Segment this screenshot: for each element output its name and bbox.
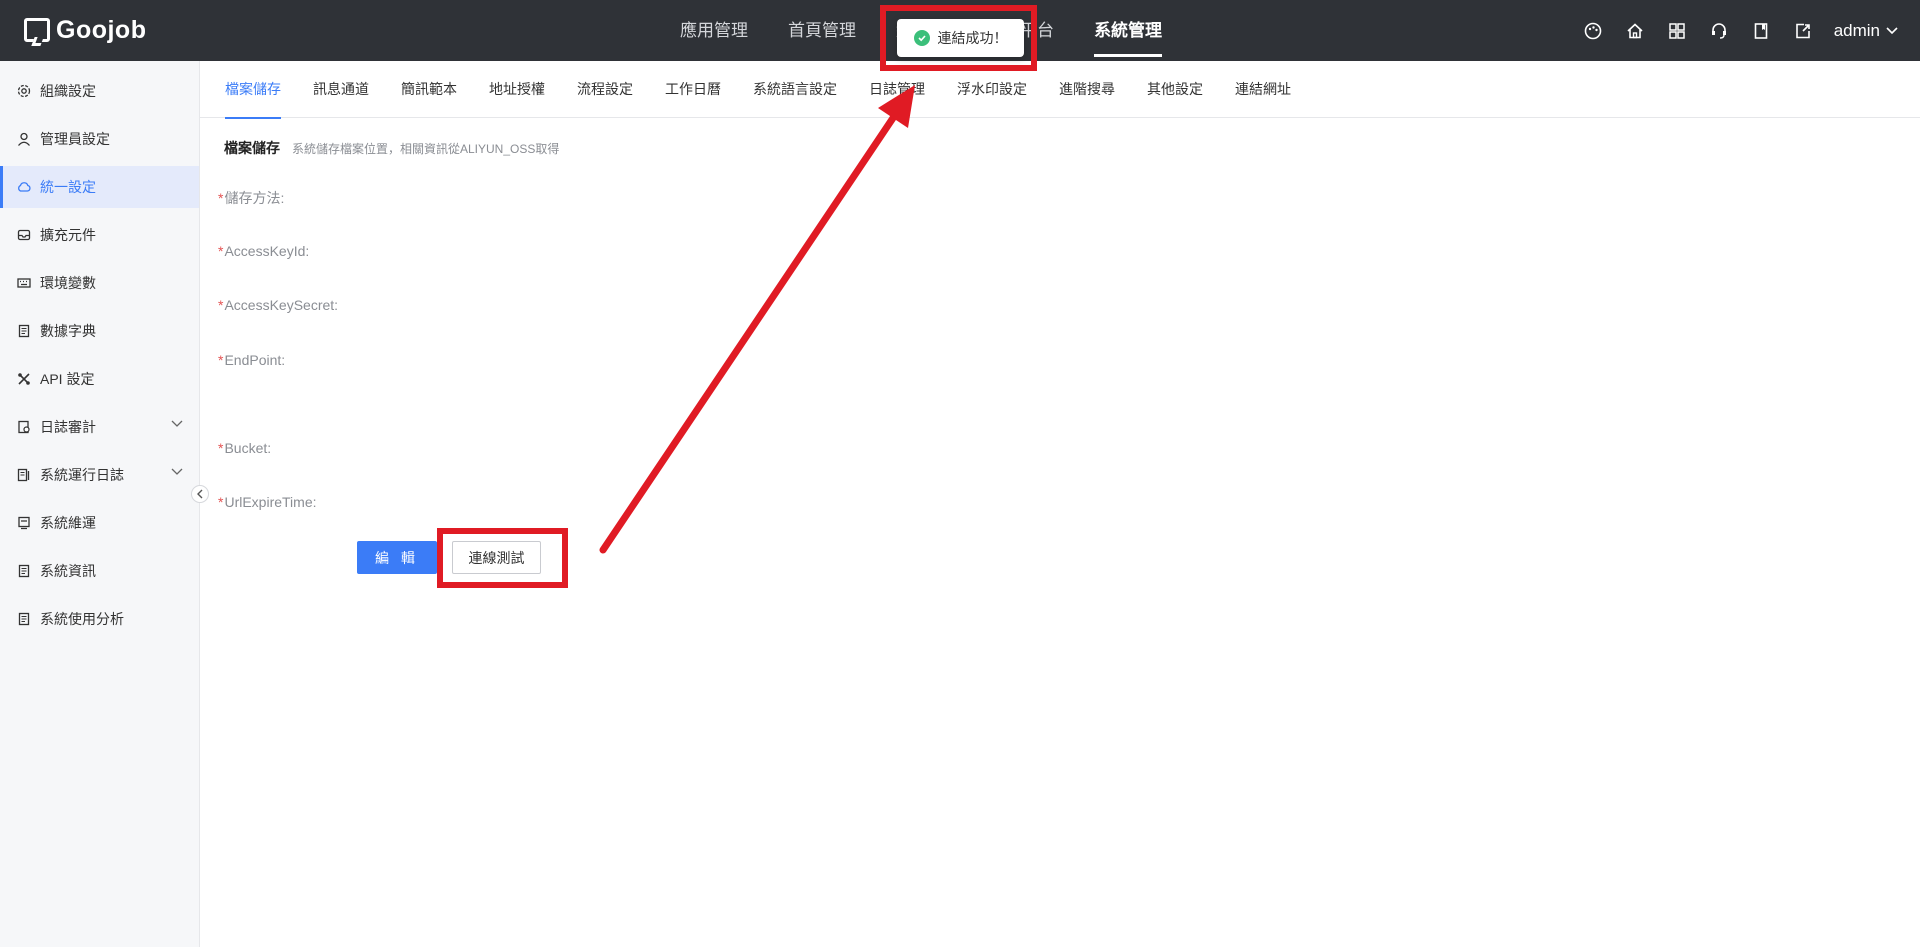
required-marker: * — [218, 440, 224, 456]
tab-sms-template[interactable]: 簡訊範本 — [401, 61, 457, 118]
sidebar-item-label: 系統使用分析 — [40, 611, 124, 627]
field-label: 儲存方法: — [224, 190, 285, 206]
required-marker: * — [218, 190, 224, 206]
field-label: EndPoint: — [224, 352, 286, 368]
sidebar-item-label: 系統資訊 — [40, 563, 96, 579]
sidebar-item-label: 統一設定 — [40, 179, 96, 195]
field-endpoint: *EndPoint: — [218, 352, 285, 368]
field-label: AccessKeySecret: — [224, 297, 339, 313]
inbox-icon — [16, 227, 32, 243]
section-header: 檔案儲存 系統儲存檔案位置，相關資訊從ALIYUN_OSS取得 — [224, 138, 559, 158]
sidebar-item-unified-settings[interactable]: 統一設定 — [0, 166, 199, 208]
username: admin — [1833, 20, 1880, 40]
chevron-down-icon — [171, 420, 183, 427]
tools-icon — [16, 371, 32, 387]
user-menu[interactable]: admin — [1834, 21, 1898, 41]
analytics-doc-icon — [16, 611, 32, 627]
field-bucket: *Bucket: — [218, 440, 271, 456]
sidebar-item-admin-settings[interactable]: 管理員設定 — [0, 118, 199, 160]
apps-grid-icon[interactable] — [1666, 20, 1688, 42]
required-marker: * — [218, 352, 224, 368]
sidebar-item-audit-log[interactable]: 日誌審計 — [0, 406, 199, 448]
tab-work-calendar[interactable]: 工作日曆 — [665, 61, 721, 118]
goojob-logo[interactable]: Goojob — [24, 15, 146, 45]
chat-bubble-logo-icon — [24, 18, 50, 42]
required-marker: * — [218, 494, 224, 510]
sidebar-item-label: API 設定 — [40, 371, 95, 387]
keyboard-icon — [16, 275, 32, 291]
topnav-item-system-management[interactable]: 系統管理 — [1074, 0, 1182, 61]
highlight-box-test-button — [437, 528, 568, 588]
info-doc-icon — [16, 563, 32, 579]
field-access-key-secret: *AccessKeySecret: — [218, 297, 338, 313]
topnav-item-home-management[interactable]: 首頁管理 — [768, 0, 876, 61]
sidebar-item-system-info[interactable]: 系統資訊 — [0, 550, 199, 592]
maintenance-icon — [16, 515, 32, 531]
edit-button[interactable]: 編 輯 — [357, 541, 437, 574]
chevron-left-icon — [197, 489, 203, 499]
sidebar-item-system-maintenance[interactable]: 系統維運 — [0, 502, 199, 544]
log-icon — [16, 467, 32, 483]
field-label: UrlExpireTime: — [224, 494, 317, 510]
sidebar-item-label: 環境變數 — [40, 275, 96, 291]
sidebar-item-org-settings[interactable]: 組織設定 — [0, 70, 199, 112]
required-marker: * — [218, 297, 224, 313]
sidebar-item-label: 管理員設定 — [40, 131, 110, 147]
required-marker: * — [218, 243, 224, 259]
sidebar-item-usage-analysis[interactable]: 系統使用分析 — [0, 598, 199, 640]
tab-advanced-search[interactable]: 進階搜尋 — [1059, 61, 1115, 118]
sidebar-item-label: 組織設定 — [40, 83, 96, 99]
tab-other-settings[interactable]: 其他設定 — [1147, 61, 1203, 118]
field-access-key-id: *AccessKeyId: — [218, 243, 309, 259]
sidebar-item-system-run-log[interactable]: 系統運行日誌 — [0, 454, 199, 496]
check-circle-icon — [913, 30, 930, 46]
logo-text: Goojob — [56, 15, 147, 44]
chevron-down-icon — [1886, 26, 1898, 34]
tab-message-channel[interactable]: 訊息通道 — [313, 61, 369, 118]
field-label: AccessKeyId: — [224, 243, 310, 259]
section-title: 檔案儲存 — [224, 140, 280, 156]
sidebar-item-api-settings[interactable]: API 設定 — [0, 358, 199, 400]
sidebar-item-label: 系統維運 — [40, 515, 96, 531]
palette-icon[interactable] — [1582, 20, 1604, 42]
chevron-down-icon — [171, 468, 183, 475]
export-icon[interactable] — [1792, 20, 1814, 42]
field-label: Bucket: — [224, 440, 272, 456]
sidebar: 組織設定 管理員設定 統一設定 擴充元件 環境變數 數據字典 API 設定 日誌… — [0, 61, 200, 947]
sidebar-item-data-dictionary[interactable]: 數據字典 — [0, 310, 199, 352]
topnav-item-app-management[interactable]: 應用管理 — [660, 0, 768, 61]
tab-language-settings[interactable]: 系統語言設定 — [753, 61, 837, 118]
sidebar-item-env-variables[interactable]: 環境變數 — [0, 262, 199, 304]
support-headset-icon[interactable] — [1708, 20, 1730, 42]
book-icon[interactable] — [1750, 20, 1772, 42]
tab-file-storage[interactable]: 檔案儲存 — [225, 61, 281, 119]
home-icon[interactable] — [1624, 20, 1646, 42]
sidebar-item-label: 擴充元件 — [40, 227, 96, 243]
cloud-settings-icon — [16, 179, 32, 195]
user-icon — [16, 131, 32, 147]
gear-icon — [16, 83, 32, 99]
audit-icon — [16, 419, 32, 435]
toast-message: 連結成功！ — [937, 30, 1008, 46]
settings-tabs: 檔案儲存 訊息通道 簡訊範本 地址授權 流程設定 工作日曆 系統語言設定 日誌管… — [200, 61, 1920, 119]
field-storage-method: *儲存方法: — [218, 188, 284, 208]
topbar-actions: admin — [1582, 0, 1898, 61]
success-toast: 連結成功！ — [897, 19, 1024, 57]
field-url-expire-time: *UrlExpireTime: — [218, 494, 317, 510]
sidebar-item-label: 數據字典 — [40, 323, 96, 339]
sidebar-item-label: 系統運行日誌 — [40, 467, 124, 483]
document-icon — [16, 323, 32, 339]
tab-link-url[interactable]: 連結網址 — [1235, 61, 1291, 118]
sidebar-item-label: 日誌審計 — [40, 419, 96, 435]
tab-workflow-settings[interactable]: 流程設定 — [577, 61, 633, 118]
section-description: 系統儲存檔案位置，相關資訊從ALIYUN_OSS取得 — [292, 142, 560, 156]
sidebar-item-extensions[interactable]: 擴充元件 — [0, 214, 199, 256]
sidebar-collapse-button[interactable] — [191, 485, 209, 503]
tab-address-authorization[interactable]: 地址授權 — [489, 61, 545, 118]
